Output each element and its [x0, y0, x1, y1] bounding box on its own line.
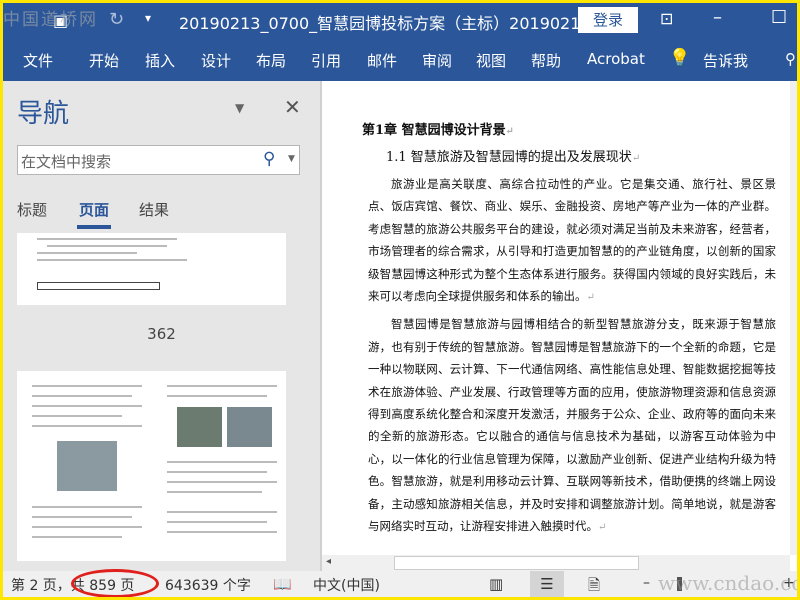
- body-paragraph: 旅游业是高关联度、高综合拉动性的产业。它是集交通、旅行社、景区景点、饭店宾馆、餐…: [368, 177, 776, 304]
- nav-title: 导航: [17, 99, 70, 129]
- read-mode-icon[interactable]: ▥: [489, 575, 503, 593]
- title-bar: ▣ ↻ ▾ 20190213_0700_智慧园博投标方案（主标）2019021.…: [3, 3, 797, 39]
- thumbnail-page-number: 362: [147, 325, 176, 343]
- login-button[interactable]: 登录: [578, 7, 638, 33]
- ribbon-tabs: 文件 开始 插入 设计 布局 引用 邮件 审阅 视图 帮助 Acrobat 💡 …: [3, 39, 797, 81]
- web-layout-icon[interactable]: 🗎: [588, 575, 600, 597]
- share-user-icon[interactable]: ⚲: [785, 50, 796, 68]
- vertical-scrollbar[interactable]: [790, 81, 797, 555]
- active-tab-indicator: [77, 225, 111, 229]
- ribbon-display-options-icon[interactable]: ⊡: [660, 9, 673, 28]
- tell-me-button[interactable]: 告诉我: [703, 50, 748, 71]
- scroll-left-icon[interactable]: ◂: [326, 556, 331, 567]
- tab-layout[interactable]: 布局: [256, 50, 286, 71]
- tab-mailings[interactable]: 邮件: [367, 50, 397, 71]
- window-title: 20190213_0700_智慧园博投标方案（主标）2019021...: [179, 14, 596, 33]
- tab-references[interactable]: 引用: [311, 50, 341, 71]
- quick-access-dropdown-icon[interactable]: ▾: [145, 11, 151, 25]
- page-count-highlight-ellipse: [71, 569, 159, 597]
- tab-help[interactable]: 帮助: [531, 50, 561, 71]
- tab-review[interactable]: 审阅: [422, 50, 452, 71]
- page-thumbnail-362[interactable]: [17, 233, 286, 305]
- maximize-icon[interactable]: ☐: [771, 7, 787, 28]
- tab-home[interactable]: 开始: [89, 50, 119, 71]
- nav-tab-pages[interactable]: 页面: [79, 199, 109, 220]
- tab-file[interactable]: 文件: [23, 50, 53, 71]
- tab-view[interactable]: 视图: [476, 50, 506, 71]
- word-count[interactable]: 643639 个字: [165, 575, 251, 595]
- nav-tab-headings[interactable]: 标题: [17, 199, 47, 220]
- nav-close-icon[interactable]: ✕: [284, 95, 301, 119]
- search-icon[interactable]: ⚲: [263, 149, 275, 169]
- watermark-top: 中国道桥网: [3, 10, 98, 30]
- zoom-out-icon[interactable]: –: [643, 575, 650, 591]
- body-paragraph: 智慧园博是智慧旅游与园博相结合的新型智慧旅游分支，既来源于智慧旅游，也有别于传统…: [368, 317, 776, 534]
- document-page[interactable]: 第1章 智慧园博设计背景↵ 1.1 智慧旅游及智慧园博的提出及发展现状↵ 旅游业…: [322, 81, 790, 555]
- tab-insert[interactable]: 插入: [145, 50, 175, 71]
- language-indicator[interactable]: 中文(中国): [313, 575, 380, 595]
- page-thumbnail-363[interactable]: [17, 371, 286, 561]
- nav-options-dropdown-icon[interactable]: ▼: [235, 101, 244, 115]
- nav-tab-results[interactable]: 结果: [139, 199, 169, 220]
- horizontal-scrollbar[interactable]: ◂: [322, 555, 790, 571]
- chapter-heading: 第1章 智慧园博设计背景↵: [362, 123, 514, 138]
- proofing-icon[interactable]: 📖: [273, 575, 292, 593]
- search-dropdown-icon[interactable]: ▼: [288, 154, 295, 164]
- section-heading: 1.1 智慧旅游及智慧园博的提出及发展现状↵: [386, 150, 641, 165]
- nav-search-input[interactable]: 在文档中搜索 ⚲ ▼: [17, 145, 300, 175]
- watermark-bottom: www.cndao.com: [658, 571, 797, 595]
- horizontal-scroll-thumb[interactable]: [394, 556, 639, 570]
- tab-design[interactable]: 设计: [201, 50, 231, 71]
- print-layout-icon[interactable]: ☰: [530, 571, 564, 597]
- lightbulb-icon[interactable]: 💡: [669, 48, 690, 68]
- tab-acrobat[interactable]: Acrobat: [587, 50, 645, 68]
- search-placeholder: 在文档中搜索: [21, 153, 112, 171]
- redo-icon[interactable]: ↻: [109, 9, 124, 30]
- word-window: ▣ ↻ ▾ 20190213_0700_智慧园博投标方案（主标）2019021.…: [3, 3, 797, 597]
- navigation-pane: 导航 ▼ ✕ 在文档中搜索 ⚲ ▼ 标题 页面 结果 362: [3, 81, 320, 571]
- minimize-icon[interactable]: –: [713, 7, 722, 28]
